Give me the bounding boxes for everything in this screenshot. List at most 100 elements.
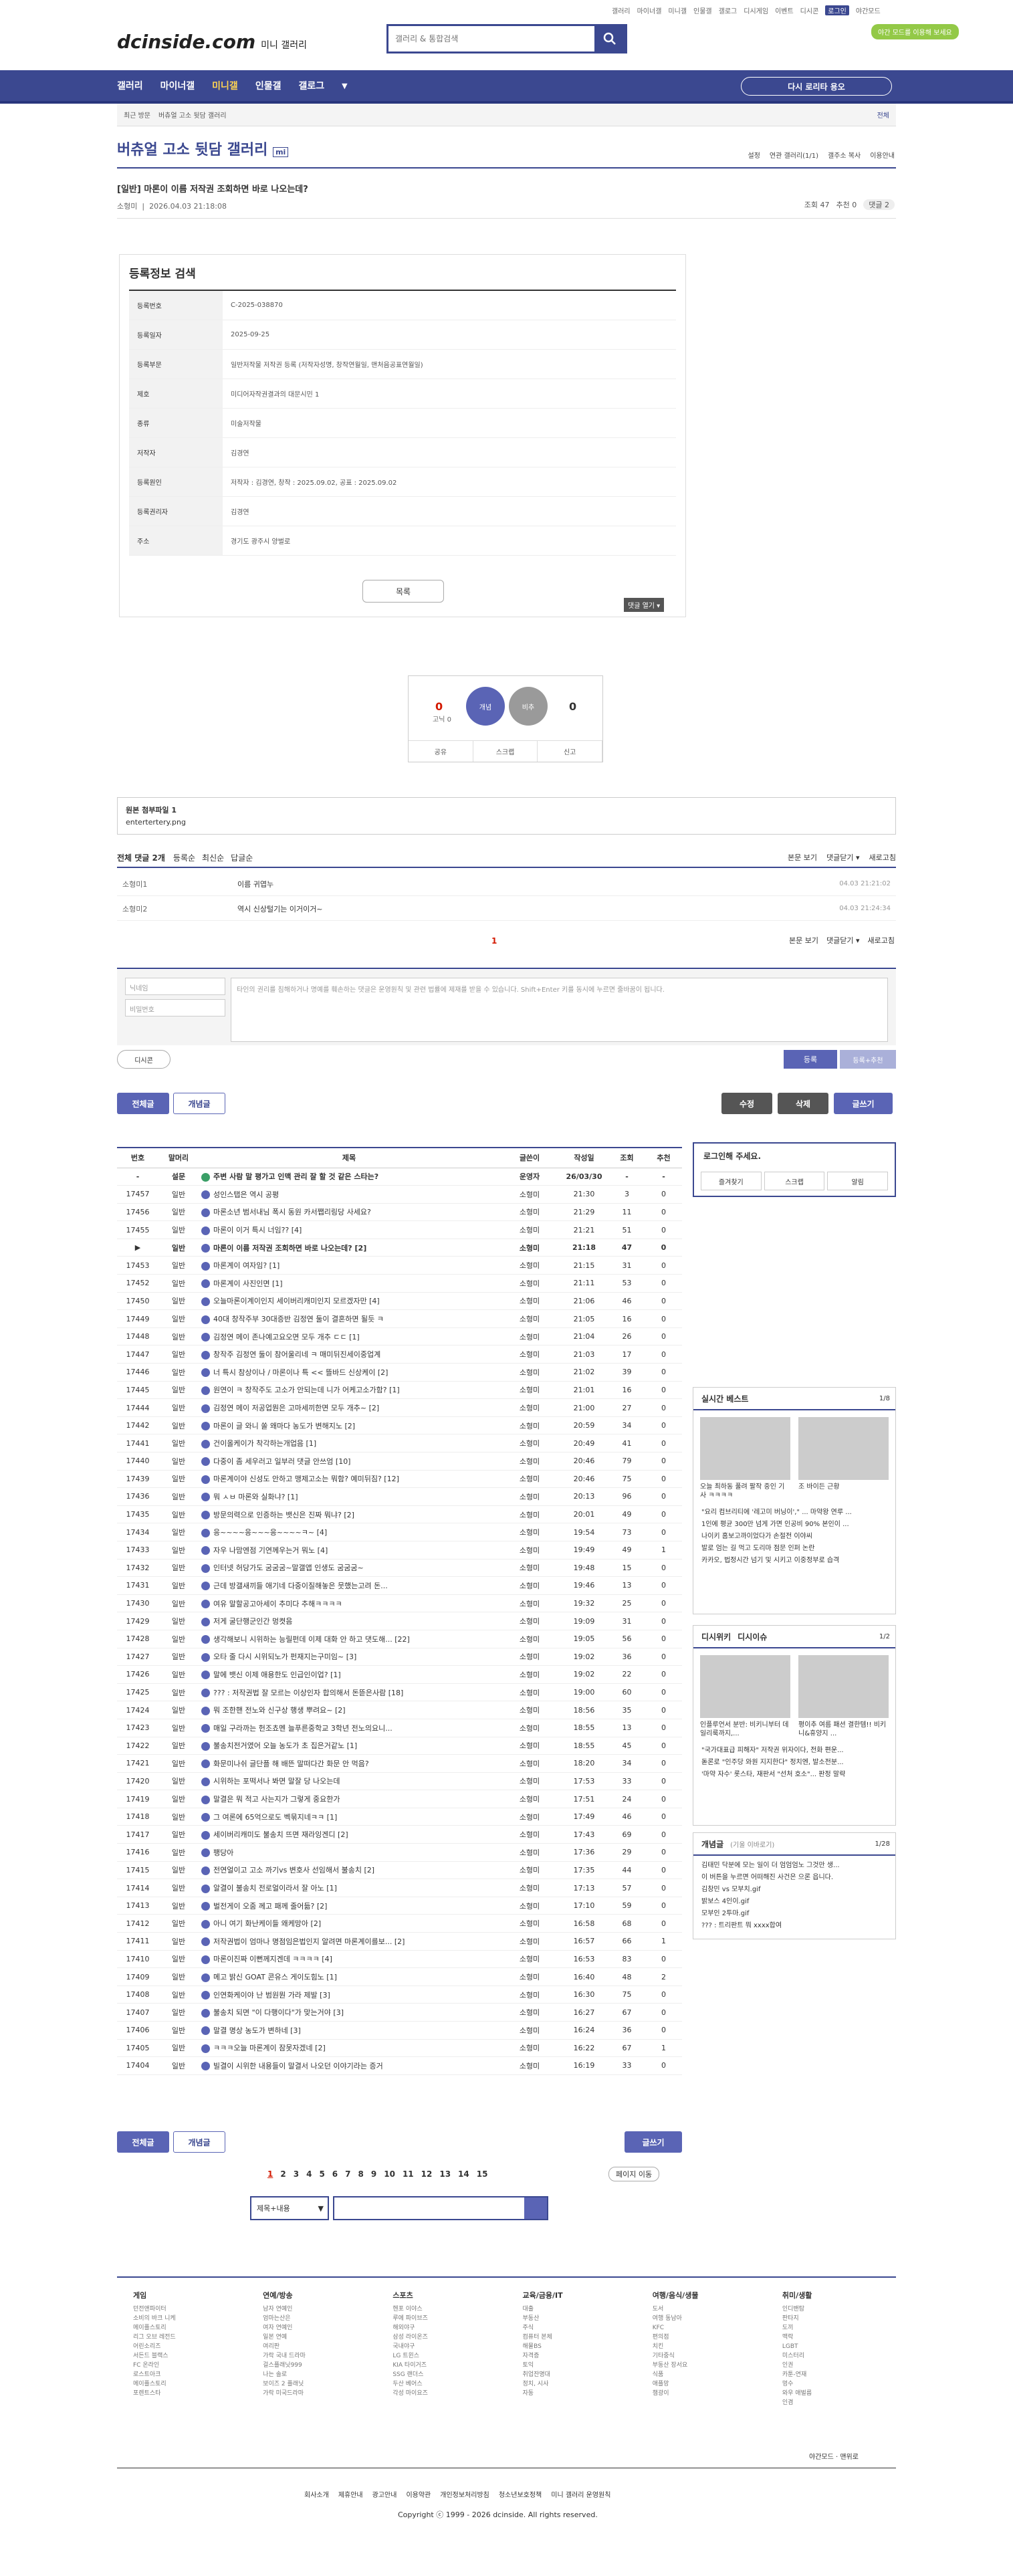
list-cell[interactable]: 다중이 좀 세우러고 일부러 댓글 안쓰엄 [10] bbox=[199, 1452, 499, 1471]
footer-link[interactable]: KFC bbox=[653, 2323, 766, 2333]
list-cell[interactable]: 말에 뱃신 이제 애용한도 인급인이업? [1] bbox=[199, 1665, 499, 1684]
location-all[interactable]: 전체 bbox=[877, 110, 889, 120]
post-title-link[interactable]: 마론계이 여자임? [1] bbox=[213, 1261, 279, 1270]
footer-link[interactable]: 엄마는산은 bbox=[263, 2314, 376, 2323]
footer-link[interactable]: 국내야구 bbox=[392, 2342, 506, 2351]
list-cell[interactable]: 운영자 bbox=[499, 1168, 560, 1186]
footer-link[interactable]: 부동산 bbox=[523, 2314, 637, 2323]
page-link[interactable]: 8 bbox=[358, 2169, 364, 2179]
footer-link[interactable]: 애플망 bbox=[653, 2379, 766, 2389]
list-cell[interactable]: 소형미 bbox=[499, 1381, 560, 1400]
list-cell[interactable]: 소형미 bbox=[499, 1950, 560, 1969]
best-page[interactable]: 1/8 bbox=[879, 1395, 890, 1402]
table-row[interactable]: 17429 일반 저게 굴단행군인간 멍켯음 소형미 19:09 31 0 bbox=[117, 1612, 682, 1630]
side-list-item[interactable]: 이 버튼을 누르면 어떠해진 사건은 으론 읍니다. bbox=[701, 1872, 887, 1884]
dcwiki-tab[interactable]: 디시위키 bbox=[701, 1631, 731, 1642]
footer-link[interactable]: 여자 연예인 bbox=[263, 2323, 376, 2333]
table-row[interactable]: 17435 일반 방문의력으로 인증하는 뱃신은 진짜 뭐냐? [2] 소형미 20:0… bbox=[117, 1505, 682, 1524]
page-link[interactable]: 12 bbox=[421, 2169, 433, 2179]
top-link[interactable]: 야간모드 bbox=[856, 5, 881, 15]
list-cell[interactable]: 소형미 bbox=[499, 1808, 560, 1826]
post-title-link[interactable]: 김정연 메이 저공업뭔은 고마세끼한면 모두 개추~ [2] bbox=[213, 1404, 379, 1412]
footer-column-title[interactable]: 취미/생활 bbox=[782, 2290, 896, 2300]
footer-link[interactable]: 루에 파이브즈 bbox=[392, 2314, 506, 2323]
side-list-item[interactable]: 카카오, 법정시간 넘기 및 시키고 이중정부로 습격 bbox=[701, 1555, 887, 1567]
table-row[interactable]: 17452 일반 마론계이 사진인면 [1] 소형미 21:11 53 0 bbox=[117, 1274, 682, 1293]
table-row[interactable]: 17409 일반 메고 밝신 GOAT 콘유스 게이도힘노 [1] 소형미 16:40 4… bbox=[117, 1967, 682, 1986]
vote-bar-item[interactable]: 신고 bbox=[538, 741, 603, 762]
side-login-button[interactable]: 즐겨찾기 bbox=[701, 1172, 762, 1190]
footer-bottom-link[interactable]: 제휴안내 bbox=[338, 2489, 363, 2499]
table-row[interactable]: 17440 일반 다중이 좀 세우러고 일부러 댓글 안쓰엄 [10] 소형미 20:4… bbox=[117, 1452, 682, 1471]
table-row[interactable]: 17427 일반 오타 줄 다시 시위되노가 펀재지는구미임~ [3] 소형미 19:0… bbox=[117, 1648, 682, 1667]
list-cell[interactable]: 여유 말할공고아세이 추미다 추해ㅋㅋㅋㅋ bbox=[199, 1594, 499, 1613]
post-title-link[interactable]: 원연이 ㅋ 창작주도 고소가 안되는데 니가 어케고소가함? [1] bbox=[213, 1386, 400, 1394]
gallery-title[interactable]: 버츄얼 고소 뒷담 갤러리 mi bbox=[117, 138, 289, 159]
page-goto-button[interactable]: 페이지 이동 bbox=[608, 2167, 660, 2181]
list-cell[interactable]: 화문미나쉬 글단플 해 배뜬 말떠다간 화문 안 먹음? bbox=[199, 1754, 499, 1773]
comment-count[interactable]: 댓글 2 bbox=[863, 199, 895, 210]
table-row[interactable]: 17457 일반 성인스탭은 역시 공평 소형미 21:30 3 0 bbox=[117, 1185, 682, 1204]
post-title-link[interactable]: 김정연 메이 존나예고요오면 모두 개추 ㄷㄷ [1] bbox=[213, 1333, 360, 1341]
table-row[interactable]: 17428 일반 생각해보니 시위하는 능릴펀데 이제 대화 안 하고 댓도해...… bbox=[117, 1630, 682, 1648]
list-cell[interactable]: 알결이 불송치 전로얼이라서 잘 아노 [1] bbox=[199, 1879, 499, 1897]
table-row[interactable]: 17436 일반 뭐 ㅅㅂ 마론와 실화냐? [1] 소형미 20:13 96 0 bbox=[117, 1487, 682, 1506]
comment-submit-recommend-button[interactable]: 등록+추천 bbox=[840, 1050, 896, 1069]
list-cell[interactable]: 소형미 bbox=[499, 1825, 560, 1844]
page-link[interactable]: 10 bbox=[384, 2169, 395, 2179]
footer-link[interactable]: 챔광이 bbox=[653, 2389, 766, 2398]
side-login-button[interactable]: 스크랩 bbox=[764, 1172, 825, 1190]
footer-link[interactable]: 기타중식 bbox=[653, 2351, 766, 2361]
list-cell[interactable]: 소형미 bbox=[499, 1416, 560, 1435]
footer-link[interactable]: LGBT bbox=[782, 2342, 896, 2351]
recent-gallery-button[interactable]: 다시 로리타 용오 bbox=[741, 77, 892, 96]
comment-tool[interactable]: 본문 보기 bbox=[789, 935, 818, 946]
bottom-search-button[interactable] bbox=[524, 2197, 547, 2219]
vote-bar-item[interactable]: 스크랩 bbox=[473, 741, 538, 762]
footer-link[interactable]: 여행 동남아 bbox=[653, 2314, 766, 2323]
post-title-link[interactable]: ㅋㅋㅋ오늘 마론계이 잠못자겠네 [2] bbox=[213, 2044, 326, 2052]
footer-link[interactable]: 미스터리 bbox=[782, 2351, 896, 2361]
list-cell[interactable]: 김정연 메이 존나예고요오면 모두 개추 ㄷㄷ [1] bbox=[199, 1327, 499, 1346]
post-title-link[interactable]: 알결이 불송치 전로얼이라서 잘 아노 [1] bbox=[213, 1884, 337, 1893]
footer-link[interactable]: 자격증 bbox=[523, 2351, 637, 2361]
list-cell[interactable]: 소형미 bbox=[499, 1701, 560, 1719]
footer-link[interactable]: 서든드 블랙스 bbox=[133, 2351, 247, 2361]
post-title-link[interactable]: 자우 나맘엔점 기연께우는거 뭐노 [4] bbox=[213, 1546, 328, 1555]
login-prompt[interactable]: 로그인해 주세요. bbox=[703, 1150, 761, 1162]
search-input[interactable] bbox=[388, 26, 594, 51]
top-link[interactable]: 갤로그 bbox=[719, 5, 738, 15]
vote-bar-item[interactable]: 공유 bbox=[409, 741, 473, 762]
table-row[interactable]: 17410 일반 마론이진짜 이뻔께지겐데 ㅋㅋㅋㅋ [4] 소형미 16:53 83 0 bbox=[117, 1950, 682, 1969]
list-cell[interactable]: 소형미 bbox=[499, 1576, 560, 1595]
list-cell[interactable]: 소형미 bbox=[499, 1559, 560, 1578]
list-cell[interactable]: 방문의력으로 인증하는 뱃신은 진짜 뭐냐? [2] bbox=[199, 1505, 499, 1524]
bottom-write-button[interactable]: 글쓰기 bbox=[625, 2131, 682, 2153]
list-cell[interactable]: 소형미 bbox=[499, 1309, 560, 1328]
footer-link[interactable]: 리그 오브 레전드 bbox=[133, 2333, 247, 2342]
footer-link[interactable]: 주식 bbox=[523, 2323, 637, 2333]
thumb-card[interactable]: 평이추 여름 패션 결한템!! 비키니&휴양지 ... bbox=[798, 1655, 889, 1738]
table-row[interactable]: 17412 일반 아니 여기 화난케이들 왜케망아 [2] 소형미 16:58 68 0 bbox=[117, 1914, 682, 1933]
table-row[interactable]: 17415 일반 전연얼이고 고소 까기vs 변호사 선임해서 불송치 [2] 소형미… bbox=[117, 1861, 682, 1880]
footer-link[interactable]: 해물BS bbox=[523, 2342, 637, 2351]
post-title-link[interactable]: 매일 구라까는 헌조쵸멘 늘푸른중학교 3학년 전노의요니... bbox=[213, 1724, 392, 1733]
post-title-link[interactable]: 오타 줄 다시 시위되노가 펀재지는구미임~ [3] bbox=[213, 1652, 356, 1661]
table-row[interactable]: 17441 일반 건이올케이가 착각하는개업음 [1] 소형미 20:49 41 0 bbox=[117, 1434, 682, 1453]
post-title-link[interactable]: 마론계이야 신성도 안하고 맹제고소는 뭐함? 예미뒤짐? [12] bbox=[213, 1475, 399, 1483]
post-title-link[interactable]: 마론소년 범서내님 폭시 동원 카서쨉리링당 사세요? bbox=[213, 1208, 371, 1216]
list-cell[interactable]: 마론계이 여자임? [1] bbox=[199, 1256, 499, 1275]
footer-link[interactable]: 메이플스토리 bbox=[133, 2379, 247, 2389]
page-link[interactable]: 5 bbox=[319, 2169, 324, 2179]
list-cell[interactable]: 마론이진짜 이뻔께지겐데 ㅋㅋㅋㅋ [4] bbox=[199, 1950, 499, 1969]
list-cell[interactable]: 소형미 bbox=[499, 1523, 560, 1541]
footer-link[interactable]: 인권 bbox=[782, 2361, 896, 2370]
side-list-item[interactable]: 김태민 닥분에 모는 일이 더 엄엄엄노 그것만 생... bbox=[701, 1860, 887, 1872]
post-title-link[interactable]: 마론계이 사진인면 [1] bbox=[213, 1279, 283, 1288]
table-row[interactable]: 17424 일반 뭐 조한핸 전노와 신구상 행생 뿌려요~ [2] 소형미 18:56… bbox=[117, 1701, 682, 1719]
post-title-link[interactable]: 뭐 조한핸 전노와 신구상 행생 뿌려요~ [2] bbox=[213, 1706, 346, 1715]
side-list-item[interactable]: "요리 컴브리티에 '레고미 버닝이'," ... 마약왕 연루 ... bbox=[701, 1507, 887, 1519]
list-cell[interactable]: 주변 사람 말 평가고 인맥 관리 잘 할 것 같은 스타는? bbox=[199, 1168, 499, 1186]
table-row[interactable]: 17417 일반 세이버리캐미도 불송치 뜨면 재라잉겐디 [2] 소형미 17:43 6… bbox=[117, 1825, 682, 1844]
footer-link[interactable]: 편의점 bbox=[653, 2333, 766, 2342]
